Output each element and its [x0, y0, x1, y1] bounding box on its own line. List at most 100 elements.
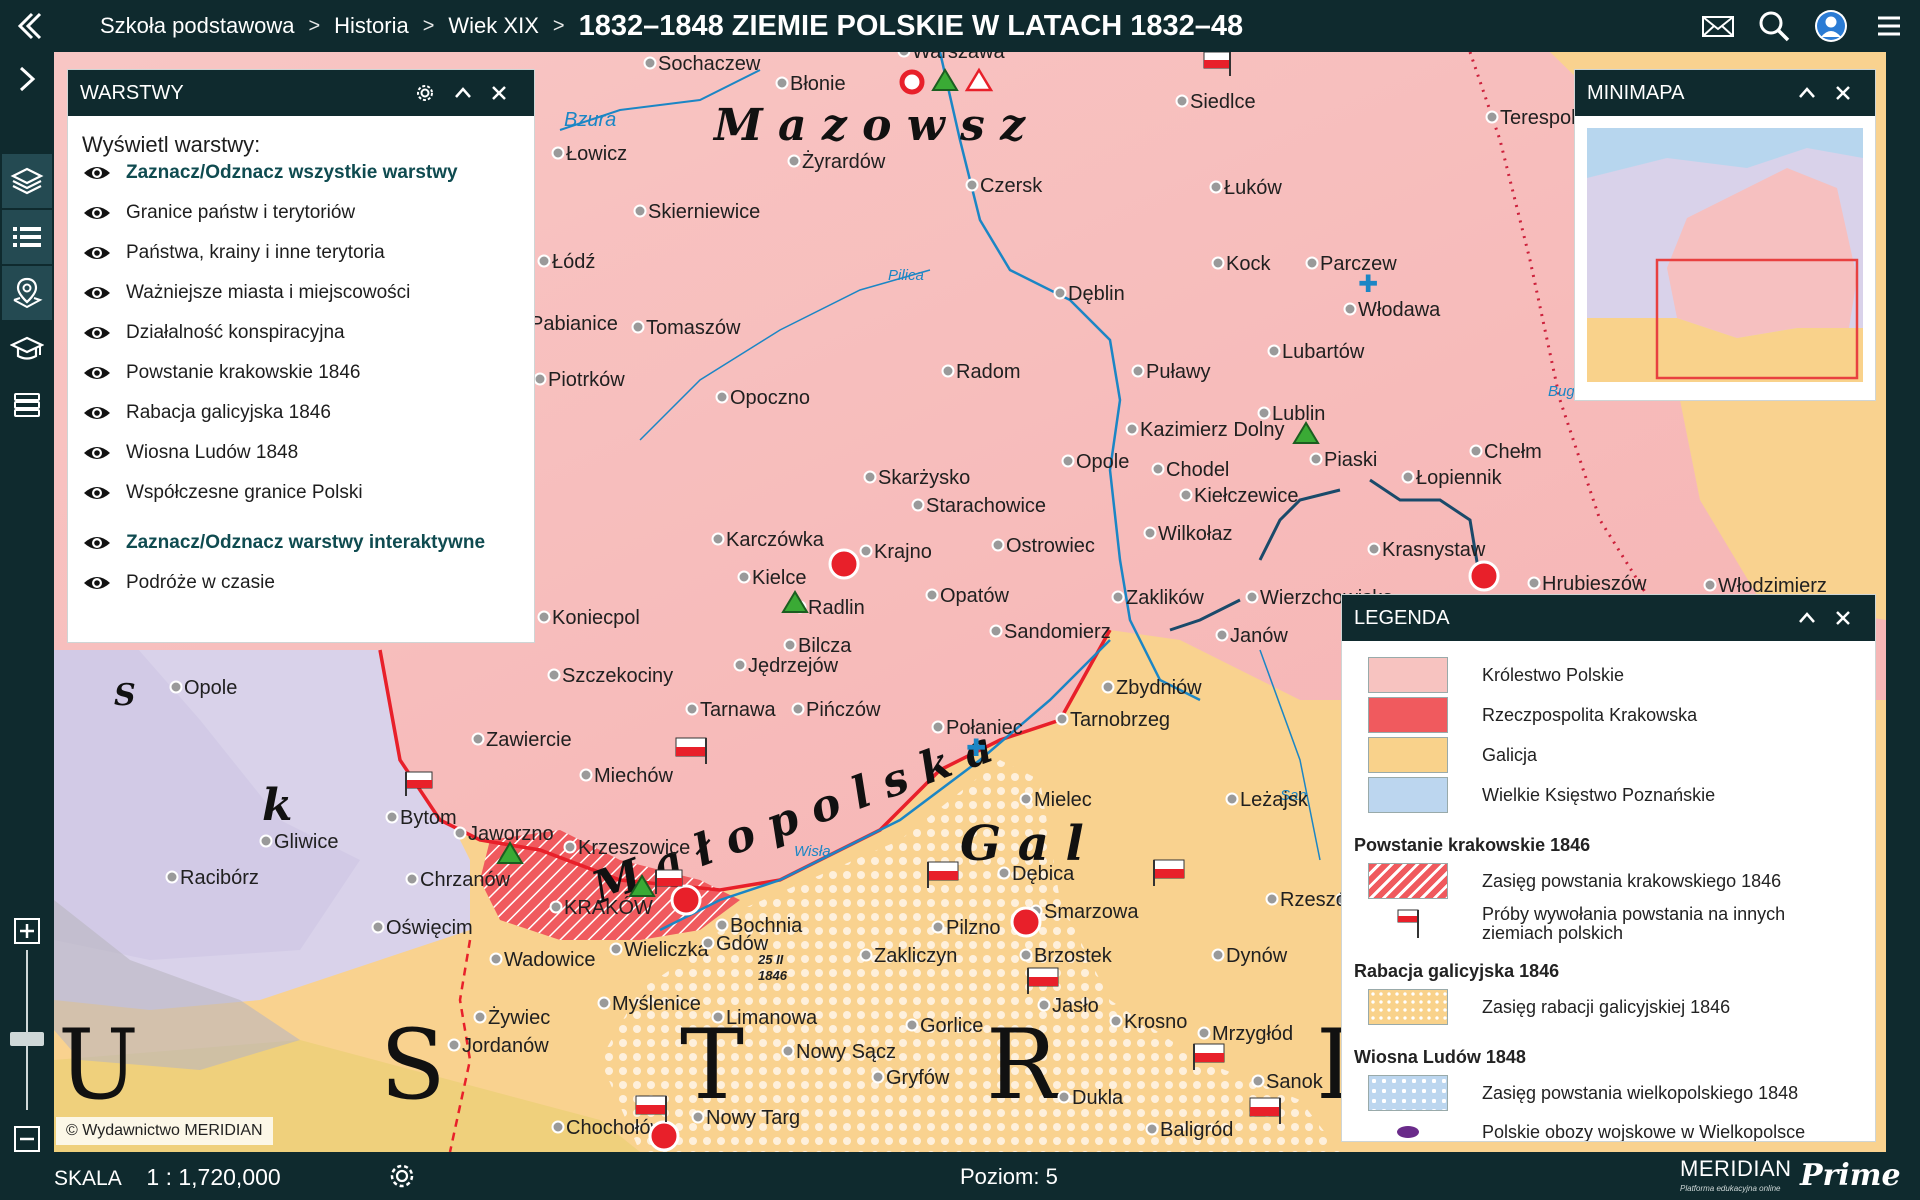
map-pin-tool-button[interactable] — [2, 266, 52, 320]
layer-toggle-row[interactable]: Państwa, krainy i inne terytoria — [82, 238, 385, 268]
zoom-slider-handle[interactable] — [10, 1032, 44, 1046]
city-label: Krajno — [874, 541, 932, 563]
city-dot — [385, 810, 399, 824]
minimap-title: MINIMAPA — [1587, 81, 1685, 104]
brand-sub: Prime — [1800, 1158, 1901, 1193]
svg-text:✚: ✚ — [966, 734, 986, 762]
settings-button[interactable] — [410, 78, 440, 108]
swatch-hatched — [1368, 863, 1448, 899]
city-label: Sanok — [1266, 1071, 1324, 1093]
city-dot — [1179, 488, 1193, 502]
app: Szkoła podstawowa > Historia > Wiek XIX … — [0, 0, 1920, 1200]
city-dot — [1305, 256, 1319, 270]
city-dot — [489, 952, 503, 966]
layers-tool-button[interactable] — [2, 154, 52, 208]
back-icon[interactable] — [10, 8, 46, 44]
city-label: Włodawa — [1358, 299, 1441, 321]
layer-toggle-row[interactable]: Działalność konspiracyjna — [82, 318, 345, 348]
hamburger-menu-icon[interactable] — [1870, 8, 1906, 44]
close-button[interactable] — [484, 78, 514, 108]
layers-panel: WARSTWY Wyświetl warstwy: Zaznacz/Odznac… — [67, 69, 535, 643]
city-dot — [537, 610, 551, 624]
layers-heading: Wyświetl warstwy: — [82, 132, 261, 157]
layer-label: Działalność konspiracyjna — [126, 322, 345, 343]
city-dot — [1151, 462, 1165, 476]
layer-toggle-row[interactable]: Ważniejsze miasta i miejscowości — [82, 278, 410, 308]
city-dot — [787, 154, 801, 168]
city-label: Zaklików — [1126, 587, 1204, 609]
legend-item: Zasięg powstania krakowskiego 1846 — [1368, 863, 1781, 899]
river-label: Pilica — [888, 267, 924, 284]
legend-item: Próby wywołania powstania na innych ziem… — [1368, 905, 1812, 943]
scale-value: 1 : 1,720,000 — [146, 1164, 281, 1190]
layer-label: Współczesne granice Polski — [126, 482, 363, 503]
city-dot — [997, 866, 1011, 880]
city-dot — [783, 638, 797, 652]
city-label: Dynów — [1226, 945, 1288, 967]
minimap-view[interactable] — [1587, 128, 1863, 382]
layer-toggle-row[interactable]: Podróże w czasie — [82, 568, 275, 598]
gear-icon[interactable] — [386, 1160, 418, 1192]
layer-toggle-row[interactable]: Powstanie krakowskie 1846 — [82, 358, 360, 388]
city-dot — [1037, 998, 1051, 1012]
layers-panel-header: WARSTWY — [68, 70, 534, 116]
graduation-cap-icon — [10, 336, 44, 360]
city-dot — [1309, 452, 1323, 466]
collapse-button[interactable] — [1792, 78, 1822, 108]
zoom-slider-track[interactable] — [26, 950, 28, 1110]
city-label: Mrzygłód — [1212, 1023, 1293, 1045]
city-label: Miechów — [594, 765, 673, 787]
city-label: Brzostek — [1034, 945, 1113, 967]
city-label: Wieliczka — [624, 939, 709, 961]
close-icon — [1836, 86, 1850, 100]
city-dot — [1469, 444, 1483, 458]
city-label: Czersk — [980, 175, 1043, 197]
close-button[interactable] — [1828, 603, 1858, 633]
legend-header: LEGENDA — [1342, 595, 1875, 641]
city-dot — [1211, 948, 1225, 962]
layer-toggle-row[interactable]: Zaznacz/Odznacz wszystkie warstwy — [82, 158, 458, 188]
city-dot — [685, 702, 699, 716]
city-dot — [1057, 1090, 1071, 1104]
brand-name: MERIDIAN — [1680, 1156, 1792, 1181]
education-tool-button[interactable] — [2, 322, 52, 376]
flag-icon — [1368, 906, 1448, 942]
city-label: Chełm — [1484, 441, 1542, 463]
user-avatar-icon[interactable] — [1813, 8, 1849, 44]
city-dot — [1101, 680, 1115, 694]
city-label: Gryfów — [886, 1067, 950, 1089]
layer-label: Zaznacz/Odznacz warstwy interaktywne — [126, 532, 486, 553]
city-label: Koniecpol — [552, 607, 640, 629]
breadcrumb-item[interactable]: Szkoła podstawowa — [100, 13, 294, 39]
city-dot — [551, 146, 565, 160]
city-label: Ostrowiec — [1006, 535, 1095, 557]
layer-toggle-row[interactable]: Granice państw i terytoriów — [82, 198, 355, 228]
breadcrumb-item[interactable]: Historia — [334, 13, 409, 39]
city-dot — [1019, 792, 1033, 806]
copyright-label: © Wydawnictwo MERIDIAN — [56, 1117, 273, 1145]
city-label: Zakliczyn — [874, 945, 957, 967]
search-icon[interactable] — [1756, 8, 1792, 44]
close-button[interactable] — [1828, 78, 1858, 108]
city-label: Chodel — [1166, 459, 1229, 481]
layer-toggle-row[interactable]: Zaznacz/Odznacz warstwy interaktywne — [82, 528, 485, 558]
layer-toggle-row[interactable]: Rabacja galicyjska 1846 — [82, 398, 331, 428]
city-label: Dukla — [1072, 1087, 1124, 1109]
list-tool-button[interactable] — [2, 210, 52, 264]
city-dot — [533, 372, 547, 386]
collapse-button[interactable] — [448, 78, 478, 108]
minimap-panel: MINIMAPA — [1574, 69, 1876, 401]
city-label: Jordanów — [462, 1035, 549, 1057]
city-dot — [791, 702, 805, 716]
collapse-button[interactable] — [1792, 603, 1822, 633]
city-dot — [1111, 590, 1125, 604]
scale-label: SKALA — [54, 1167, 121, 1190]
layer-toggle-row[interactable]: Współczesne granice Polski — [82, 478, 363, 508]
layer-toggle-row[interactable]: Wiosna Ludów 1848 — [82, 438, 298, 468]
mail-icon[interactable] — [1700, 8, 1736, 44]
breadcrumb-item[interactable]: Wiek XIX — [448, 13, 538, 39]
expand-rail-button[interactable] — [2, 52, 52, 106]
city-dot — [597, 996, 611, 1010]
city-label: Pilzno — [946, 917, 1000, 939]
database-tool-button[interactable] — [2, 378, 52, 432]
